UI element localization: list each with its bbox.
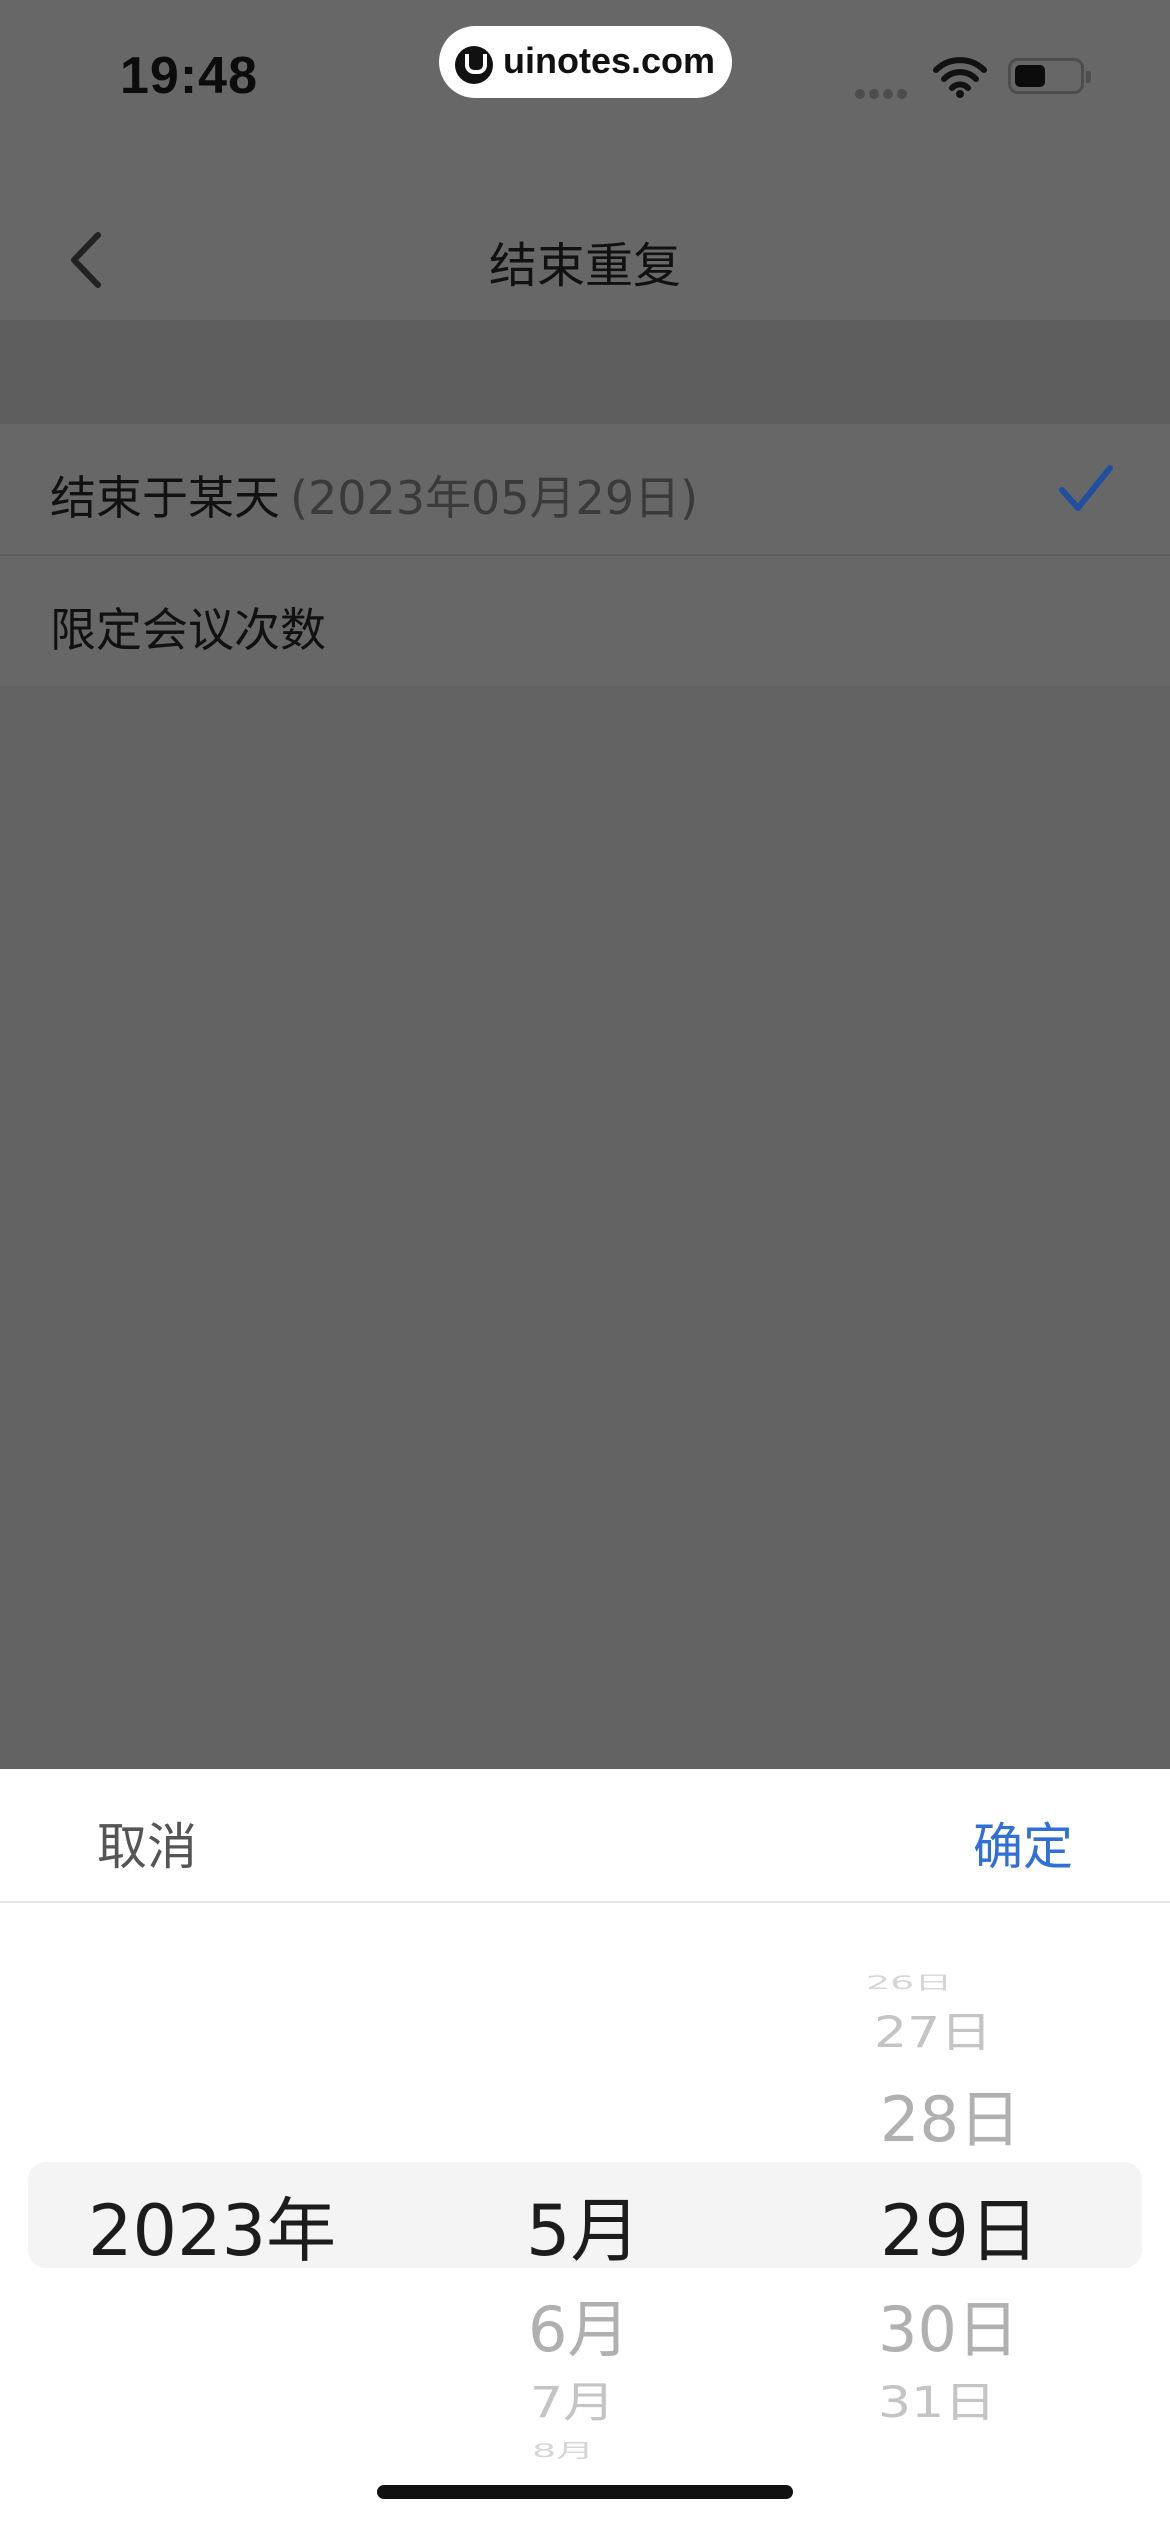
month-wheel-item[interactable]: 6月	[528, 2279, 629, 2369]
battery-icon	[1008, 58, 1091, 94]
month-wheel-item[interactable]: 8月	[532, 2435, 594, 2463]
signal-icon	[855, 84, 915, 99]
overlay-scrim[interactable]	[0, 686, 1170, 1769]
wifi-icon	[933, 57, 987, 98]
day-wheel-item[interactable]: 30日	[878, 2279, 1019, 2369]
checkmark-icon	[1059, 465, 1113, 511]
option-limit-count-label: 限定会议次数	[50, 603, 326, 657]
uinotes-logo-icon	[455, 46, 493, 84]
picker-toolbar: 取消 确定	[0, 1769, 1170, 1903]
day-wheel-item[interactable]: 27日	[874, 1998, 992, 2060]
option-end-on-date-label-wrap: 结束于某天 (2023年05月29日)	[50, 462, 698, 528]
day-wheel-item[interactable]: 31日	[878, 2368, 996, 2430]
site-badge: uinotes.com	[439, 26, 732, 98]
option-end-on-date[interactable]: 结束于某天 (2023年05月29日)	[0, 424, 1170, 556]
option-limit-count[interactable]: 限定会议次数	[0, 556, 1170, 686]
year-wheel-selected[interactable]: 2023年	[88, 2175, 336, 2276]
day-wheel-item[interactable]: 26日	[866, 1967, 952, 1995]
site-badge-text: uinotes.com	[503, 40, 716, 81]
month-wheel-item[interactable]: 7月	[530, 2368, 615, 2430]
month-wheel-selected[interactable]: 5月	[526, 2175, 641, 2276]
home-indicator[interactable]	[377, 2485, 793, 2499]
status-bar: 19:48 uinotes.com	[0, 0, 1170, 130]
option-end-on-date-label: 结束于某天	[50, 471, 280, 525]
day-wheel-item[interactable]: 28日	[880, 2069, 1021, 2159]
option-end-on-date-detail: (2023年05月29日)	[290, 471, 699, 525]
page-title: 结束重复	[488, 238, 681, 294]
screen: 19:48 uinotes.com 结束重复 结束于某天 (2023年05月29日…	[0, 0, 1170, 2532]
status-time: 19:48	[120, 47, 258, 105]
section-gap	[0, 320, 1170, 424]
day-wheel-selected[interactable]: 29日	[880, 2175, 1039, 2276]
nav-bar: 结束重复	[0, 130, 1170, 320]
confirm-button[interactable]: 确定	[973, 1807, 1073, 1879]
cancel-button[interactable]: 取消	[97, 1807, 197, 1879]
date-picker-sheet: 取消 确定 2023年 5月 6月 7月 8月 26日 27日 28日 29日 …	[0, 1769, 1170, 2532]
